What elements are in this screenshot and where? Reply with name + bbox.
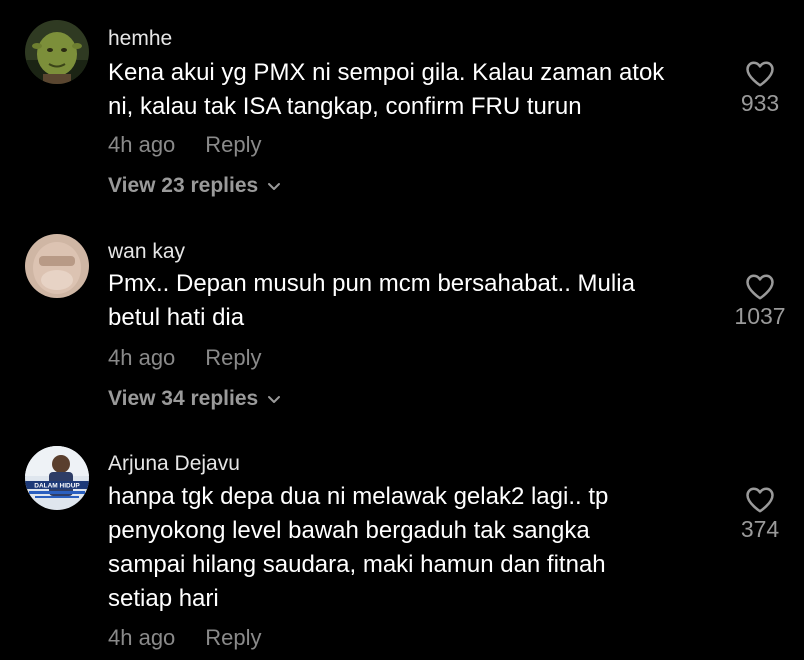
avatar[interactable]: DALAM HIDUP (25, 446, 89, 510)
comment-meta: 4h ago Reply (108, 132, 262, 158)
comment-meta: 4h ago Reply (108, 625, 262, 651)
comment-text-line: sampai hilang saudara, maki hamun dan fi… (108, 551, 606, 578)
view-replies-label: View 23 replies (108, 174, 259, 197)
comment-timestamp: 4h ago (108, 625, 176, 650)
comment-text-line: penyokong level bawah bergaduh tak sangk… (108, 517, 590, 544)
like-count: 933 (740, 90, 780, 116)
comment-text: Kena akui yg PMX ni sempoi gila. Kalau z… (108, 56, 723, 124)
like-section: 1037 (720, 273, 800, 330)
reply-button[interactable]: Reply (205, 625, 261, 650)
comment-text-line: Pmx.. Depan musuh pun mcm bersahabat.. M… (108, 270, 635, 297)
comment-timestamp: 4h ago (108, 132, 176, 157)
comment-text: hanpa tgk depa dua ni melawak gelak2 lag… (108, 480, 723, 616)
heart-icon[interactable] (745, 273, 775, 301)
avatar-caption: DALAM HIDUP (34, 483, 80, 490)
person-poster-avatar-icon: DALAM HIDUP (25, 446, 89, 510)
comment-text-line: ni, kalau tak ISA tangkap, confirm FRU t… (108, 93, 582, 120)
comment-text-line: setiap hari (108, 585, 219, 612)
like-count: 1037 (734, 303, 786, 329)
covered-face-avatar-icon (25, 234, 89, 298)
green-character-avatar-icon (25, 20, 89, 84)
view-replies-label: View 34 replies (108, 387, 259, 410)
comment-text-line: hanpa tgk depa dua ni melawak gelak2 lag… (108, 483, 609, 510)
like-section: 374 (720, 486, 800, 543)
avatar[interactable] (25, 234, 89, 298)
avatar[interactable] (25, 20, 89, 84)
heart-icon[interactable] (745, 486, 775, 514)
comment-timestamp: 4h ago (108, 345, 176, 370)
reply-button[interactable]: Reply (205, 132, 261, 157)
like-count: 374 (740, 516, 780, 542)
comment-text-line: Kena akui yg PMX ni sempoi gila. Kalau z… (108, 59, 665, 86)
view-replies-button[interactable]: View 23 replies (108, 174, 282, 198)
chevron-down-icon (268, 183, 281, 190)
comment-meta: 4h ago Reply (108, 345, 262, 371)
like-section: 933 (720, 60, 800, 117)
view-replies-button[interactable]: View 34 replies (108, 387, 282, 411)
reply-button[interactable]: Reply (205, 345, 261, 370)
comment-username[interactable]: wan kay (108, 240, 185, 264)
chevron-down-icon (268, 396, 281, 403)
heart-icon[interactable] (745, 60, 775, 88)
comment-username[interactable]: Arjuna Dejavu (108, 452, 240, 476)
comment-username[interactable]: hemhe (108, 27, 172, 51)
comment-text-line: betul hati dia (108, 304, 245, 331)
comment-text: Pmx.. Depan musuh pun mcm bersahabat.. M… (108, 267, 723, 335)
